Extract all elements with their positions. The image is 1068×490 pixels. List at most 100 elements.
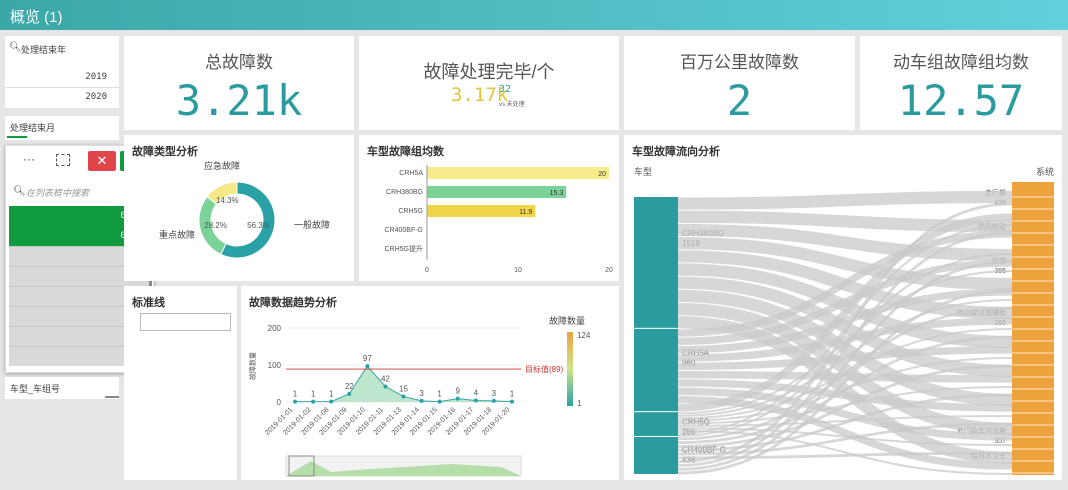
more-options-button[interactable]: ··· xyxy=(18,152,40,170)
select-tool-icon[interactable] xyxy=(56,154,70,166)
standard-input[interactable] xyxy=(140,313,231,331)
trend-chart[interactable]: 故障数量010020012019-01-0112019-01-0212019-0… xyxy=(241,286,619,480)
panel-trend[interactable]: 故障数据趋势分析 故障数量 0 100 200 1 2019-01-01 1 2019-01-… xyxy=(241,286,619,480)
pie-chart[interactable]: 56.3% 一般故障 28.2% 重点故障 14.3% 应急故障 xyxy=(124,135,354,281)
filter-year-label: 处理结束年 xyxy=(21,45,67,55)
cancel-button[interactable]: ✕ xyxy=(88,151,116,171)
bar-category-label: CRH5A xyxy=(399,170,423,177)
trend-value-label: 1 xyxy=(329,390,334,399)
trend-value-label: 1 xyxy=(510,390,515,399)
kpi-per-million-km[interactable]: 百万公里故障数 2 xyxy=(624,36,855,130)
filter-vehicle[interactable]: 车型_车组号 xyxy=(5,377,119,399)
kpi-title: 故障处理完毕/个 xyxy=(423,62,555,82)
bar-value-label: 15.3 xyxy=(550,190,564,197)
trend-point xyxy=(347,391,352,396)
trend-point xyxy=(383,384,388,389)
legend-min: 1 xyxy=(577,399,582,408)
trend-value-label: 1 xyxy=(437,390,442,399)
pie-category-label: 应急故障 xyxy=(204,160,240,171)
y-tick-label: 200 xyxy=(268,324,282,333)
filter-year[interactable]: 🔍︎ 处理结束年 2019 2020 xyxy=(5,36,119,108)
trend-value-label: 9 xyxy=(456,387,461,396)
pie-category-label: 一般故障 xyxy=(294,219,330,230)
panel-fault-type[interactable]: 故障类型分析 56.3% 一般故障 28.2% 重点故障 14.3% 应急故障 xyxy=(124,135,354,281)
trend-point xyxy=(419,398,424,403)
trend-point xyxy=(455,396,460,401)
reference-label: 目标值(89) xyxy=(525,364,564,374)
y-axis-label: 故障数量 xyxy=(248,352,257,380)
trend-value-label: 1 xyxy=(293,390,298,399)
pie-value-label: 14.3% xyxy=(216,196,239,205)
filter-vehicle-label: 车型_车组号 xyxy=(10,384,61,394)
filter-progress-bar xyxy=(7,136,27,138)
bar xyxy=(427,167,609,179)
trend-point xyxy=(473,398,478,403)
bar-category-label: CRH5G提升 xyxy=(384,244,423,253)
kpi-value: 12.57 xyxy=(897,76,1025,125)
trend-point xyxy=(311,399,316,404)
bar-category-label: CRH380BG xyxy=(386,189,423,196)
sankey-target-column xyxy=(1012,182,1054,475)
popup-search-input[interactable]: 在列表框中搜索 xyxy=(26,186,89,199)
search-icon: 🔍︎ xyxy=(13,186,26,197)
bar-category-label: CR400BF-G xyxy=(384,227,423,234)
sankey-left-header: 车型 xyxy=(634,166,652,177)
filter-year-2019[interactable]: 2019 xyxy=(85,72,107,82)
panel-standard-line[interactable]: 标准线 xyxy=(124,286,237,480)
y-tick-label: 100 xyxy=(268,361,282,370)
app-header: 概览 (1) xyxy=(0,0,1068,30)
kpi-value-group: 3.17k 32 vs 未处理 xyxy=(451,84,571,114)
x-tick-label: 0 xyxy=(425,267,429,274)
bar-value-label: 20 xyxy=(598,171,606,178)
trend-value-label: 97 xyxy=(363,354,372,363)
kpi-group-average[interactable]: 动车组故障组均数 12.57 xyxy=(860,36,1062,130)
sankey-chart[interactable]: 车型 系统CRH380BG1519CRH5A960CRH5G286CR400BF-… xyxy=(624,135,1062,480)
filter-month[interactable]: 处理结束月 xyxy=(5,116,119,140)
trend-point xyxy=(437,399,442,404)
sankey-source-node xyxy=(634,412,678,436)
kpi-total-faults[interactable]: 总故障数 3.21k xyxy=(124,36,354,130)
legend-title: 故障数量 xyxy=(549,315,585,326)
trend-point xyxy=(509,399,514,404)
filter-year-2020[interactable]: 2020 xyxy=(85,92,107,102)
sankey-source-node xyxy=(634,328,678,412)
trend-value-label: 15 xyxy=(399,384,408,393)
panel-bar[interactable]: 车型故障组均数 CRH5A 20 CRH380BG 15.3 CRH5G 11.9 CR40… xyxy=(359,135,619,281)
panel-title: 标准线 xyxy=(132,297,165,309)
trend-value-label: 3 xyxy=(419,389,424,398)
kpi-processed[interactable]: 故障处理完毕/个 3.17k 32 vs 未处理 xyxy=(359,36,619,130)
kpi-sup: 32 xyxy=(499,84,512,95)
bar-category-label: CRH5G xyxy=(398,208,423,215)
kpi-value: 2 xyxy=(726,76,753,125)
bar-chart[interactable]: CRH5A 20 CRH380BG 15.3 CRH5G 11.9 CR400BF-G CRH… xyxy=(359,135,619,281)
sankey-flow xyxy=(677,190,1013,210)
kpi-title: 总故障数 xyxy=(205,53,273,72)
pie-category-label: 重点故障 xyxy=(159,229,195,240)
trend-point xyxy=(401,394,406,399)
app-title: 概览 (1) xyxy=(10,9,63,26)
trend-value-label: 3 xyxy=(492,389,497,398)
search-icon: 🔍︎ xyxy=(9,42,22,53)
divider xyxy=(5,87,119,88)
filter-progress-bar xyxy=(105,396,119,398)
legend-max: 124 xyxy=(577,331,591,340)
sankey-source-node xyxy=(634,197,678,328)
trend-point xyxy=(365,364,370,369)
x-tick-label: 10 xyxy=(514,267,522,274)
bar xyxy=(427,186,567,198)
x-tick-label: 20 xyxy=(605,267,613,274)
kpi-value: 3.21k xyxy=(175,76,303,125)
pie-value-label: 28.2% xyxy=(204,221,227,230)
legend-gradient xyxy=(567,332,573,406)
trend-value-label: 4 xyxy=(474,389,479,398)
sankey-source-node xyxy=(634,436,678,474)
filter-month-label: 处理结束月 xyxy=(10,123,56,133)
pie-value-label: 56.3% xyxy=(247,221,270,230)
sankey-flow xyxy=(677,371,1013,383)
panel-sankey[interactable]: 车型故障流向分析 车型 系统 CRH380BG 1519 CRH5A 960 CRH5G 28… xyxy=(624,135,1062,480)
kpi-title: 百万公里故障数 xyxy=(680,53,799,72)
trend-value-label: 22 xyxy=(345,382,354,391)
y-tick-label: 0 xyxy=(277,398,282,407)
trend-value-label: 42 xyxy=(381,374,390,383)
sankey-right-header: 系统 xyxy=(1036,166,1054,177)
